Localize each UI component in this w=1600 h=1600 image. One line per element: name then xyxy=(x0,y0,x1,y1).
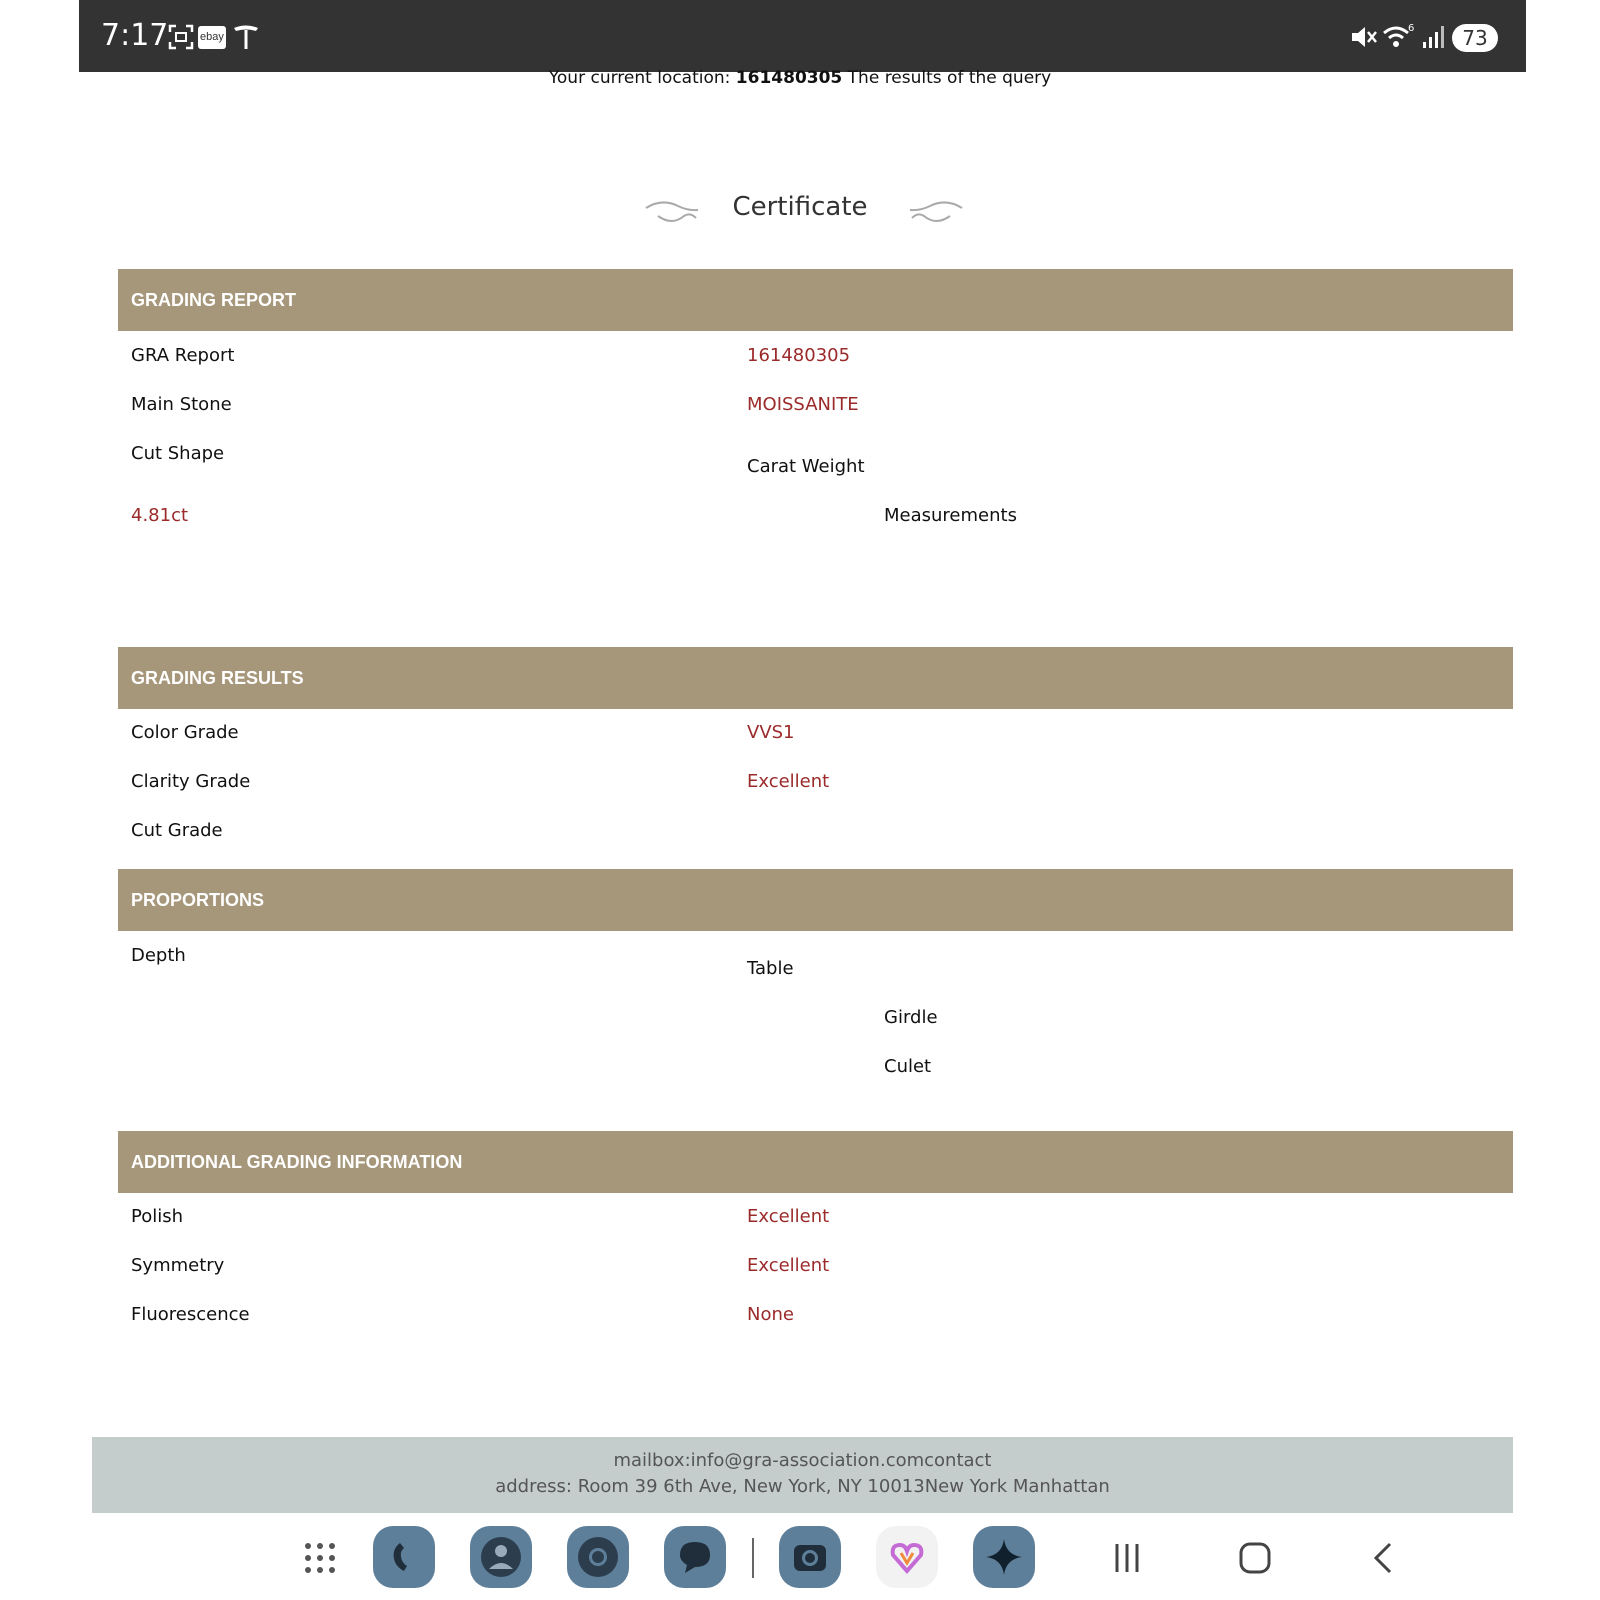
section-proportions: PROPORTIONS xyxy=(118,869,1513,931)
screenshot-icon xyxy=(167,22,195,52)
ebay-label: ebay xyxy=(198,25,226,49)
status-time: 7:17 xyxy=(101,18,169,53)
carat-weight-label: Carat Weight xyxy=(747,456,865,477)
location-line: Your current location: 161480305 The res… xyxy=(0,68,1600,88)
flourish-right-icon xyxy=(909,201,963,222)
dock-divider xyxy=(752,1538,754,1578)
girdle-label: Girdle xyxy=(884,1007,938,1028)
back-icon[interactable] xyxy=(1364,1538,1404,1578)
section-grading-results: GRADING RESULTS xyxy=(118,647,1513,709)
footer-address: address: Room 39 6th Ave, New York, NY 1… xyxy=(495,1476,1110,1497)
gra-report-label: GRA Report xyxy=(131,345,235,366)
ebay-icon: ebay xyxy=(198,22,226,52)
location-report-id: 161480305 xyxy=(735,68,843,88)
cut-shape-label: Cut Shape xyxy=(131,443,225,464)
location-suffix: The results of the query xyxy=(847,68,1052,88)
tesla-icon xyxy=(232,22,260,52)
chrome-icon[interactable] xyxy=(567,1526,629,1588)
main-stone-value: MOISSANITE xyxy=(747,394,859,415)
footer: mailbox:info@gra-association.comcontact … xyxy=(92,1437,1513,1513)
section-additional-grading: ADDITIONAL GRADING INFORMATION xyxy=(118,1131,1513,1193)
clarity-grade-value: Excellent xyxy=(747,771,830,792)
color-grade-label: Color Grade xyxy=(131,722,239,743)
section-grading-report: GRADING REPORT xyxy=(118,269,1513,331)
table-label: Table xyxy=(747,958,794,979)
recents-icon[interactable] xyxy=(1107,1538,1147,1578)
svg-text:6: 6 xyxy=(1408,23,1414,34)
gra-report-value: 161480305 xyxy=(747,345,851,366)
wifi-icon: 6 xyxy=(1382,22,1416,52)
home-icon[interactable] xyxy=(1235,1538,1275,1578)
signal-icon xyxy=(1421,22,1447,52)
symmetry-value: Excellent xyxy=(747,1255,830,1276)
depth-label: Depth xyxy=(131,945,186,966)
app-drawer-icon[interactable] xyxy=(300,1538,340,1578)
fluorescence-value: None xyxy=(747,1304,794,1325)
main-stone-label: Main Stone xyxy=(131,394,232,415)
color-grade-value: VVS1 xyxy=(747,722,795,743)
location-prefix: Your current location: xyxy=(548,68,736,88)
footer-contact: mailbox:info@gra-association.comcontact xyxy=(613,1450,992,1471)
assistant-icon[interactable] xyxy=(973,1526,1035,1588)
camera-icon[interactable] xyxy=(779,1526,841,1588)
mute-icon xyxy=(1349,22,1379,52)
symmetry-label: Symmetry xyxy=(131,1255,225,1276)
health-icon[interactable] xyxy=(876,1526,938,1588)
status-bar: 7:17 ebay 6 73 xyxy=(79,0,1526,72)
polish-value: Excellent xyxy=(747,1206,830,1227)
polish-label: Polish xyxy=(131,1206,184,1227)
battery-icon: 73 xyxy=(1452,24,1498,52)
contacts-icon[interactable] xyxy=(470,1526,532,1588)
messages-icon[interactable] xyxy=(664,1526,726,1588)
cut-grade-label: Cut Grade xyxy=(131,820,223,841)
page-title: Certificate xyxy=(732,192,868,222)
phone-icon[interactable] xyxy=(373,1526,435,1588)
carat-weight-value: 4.81ct xyxy=(131,505,189,526)
culet-label: Culet xyxy=(884,1056,932,1077)
measurements-label: Measurements xyxy=(884,505,1017,526)
clarity-grade-label: Clarity Grade xyxy=(131,771,251,792)
fluorescence-label: Fluorescence xyxy=(131,1304,250,1325)
